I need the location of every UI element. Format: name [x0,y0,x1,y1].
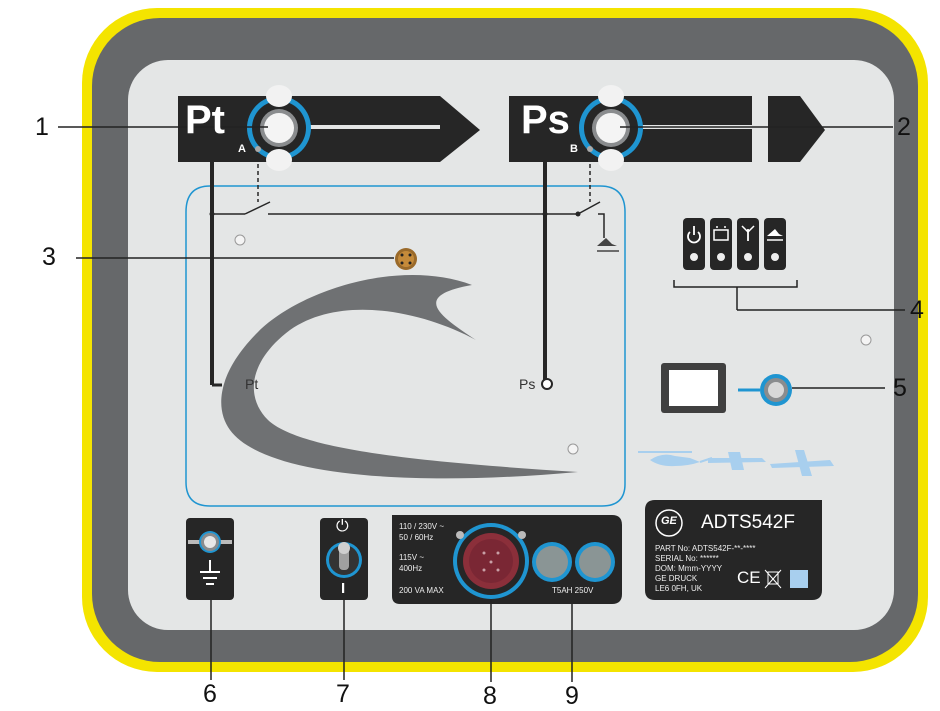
switch-off-mark: I [341,580,346,597]
pt-port-label: Pt [185,98,225,142]
fuse-holder-2[interactable] [575,542,615,582]
callout-8: 8 [483,682,497,710]
ps-port-symbol [541,378,553,390]
panel-hole [234,234,246,246]
callout-5: 5 [893,374,907,402]
callout-6: 6 [203,680,217,708]
led-aircraft [771,253,779,261]
led-power [690,253,698,261]
power-spec-line4: 400Hz [399,564,423,573]
nameplate-maker: GE DRUCK [655,574,698,583]
aux-connector[interactable] [395,248,417,270]
diagram-pt-label: Pt [245,376,259,392]
panel-hole [567,443,579,455]
panel-hole [860,334,872,346]
ground-terminal[interactable] [186,518,234,600]
callout-9: 9 [565,682,579,710]
pt-port-sublabel: A [238,143,246,155]
switch-on-mark: ⏻ [336,518,349,535]
adts-front-panel-diagram [58,8,928,682]
power-button[interactable] [760,374,792,406]
diagram-ps-label: Ps [519,376,536,392]
led-antenna [744,253,752,261]
nameplate-brand: GE [661,515,677,527]
fuse-holder-1[interactable] [532,542,572,582]
callout-7: 7 [336,680,350,708]
nameplate-serial-no: SERIAL No: ****** [655,554,719,563]
ps-plate-gap [752,96,768,162]
ps-port-label: Ps [521,98,570,142]
power-spec-line1: 110 / 230V ~ [399,522,444,531]
nameplate-part-no: PART No: ADTS542F-**-**** [655,544,756,553]
callout-3: 3 [42,243,56,271]
nameplate-model: ADTS542F [701,512,795,533]
power-spec-line5: 200 VA MAX [399,586,444,595]
callout-1: 1 [35,113,49,141]
fuse-rating: T5AH 250V [552,586,594,595]
nameplate-square [790,570,808,588]
led-battery [717,253,725,261]
ps-port-sublabel: B [570,143,578,155]
nameplate-address: LE6 0FH, UK [655,584,703,593]
ce-mark: CE [737,568,761,587]
callout-4: 4 [910,296,924,324]
callout-2: 2 [897,113,911,141]
display-screen [669,370,718,406]
nameplate-dom: DOM: Mmm-YYYY [655,564,723,573]
power-spec-line2: 50 / 60Hz [399,533,434,542]
power-spec-line3: 115V ~ [399,553,424,562]
power-inlet-connector[interactable] [453,523,529,599]
